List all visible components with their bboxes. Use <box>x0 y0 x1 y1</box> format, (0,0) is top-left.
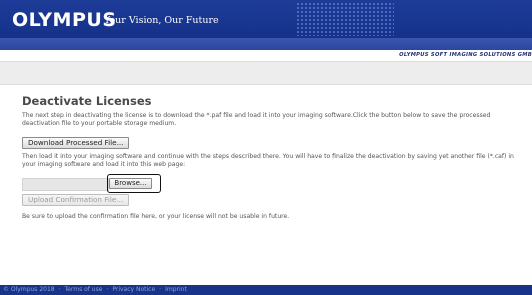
header-lower-band <box>0 38 532 50</box>
separator-dot: · <box>58 286 61 293</box>
instruction-text-1: The next step in deactivating the licens… <box>22 112 491 128</box>
separator-dot: · <box>106 286 109 293</box>
copyright: © Olympus 2018 <box>3 286 55 293</box>
olympus-logo[interactable]: OLYMPUS <box>12 9 117 31</box>
footer-links: © Olympus 2018 · Terms of use · Privacy Noti… <box>3 286 187 293</box>
navigation-band <box>0 61 532 85</box>
tagline: Your Vision, Our Future <box>104 15 219 26</box>
browse-button[interactable]: Browse... <box>109 178 152 189</box>
footer: © Olympus 2018 · Terms of use · Privacy Noti… <box>0 285 532 295</box>
download-processed-file-button[interactable]: Download Processed File... <box>22 137 130 149</box>
file-path-field[interactable] <box>22 178 109 191</box>
terms-of-use-link[interactable]: Terms of use <box>65 286 103 293</box>
header-banner: OLYMPUS Your Vision, Our Future <box>0 0 532 50</box>
header-dot-pattern <box>296 2 394 36</box>
main-content: Deactivate Licenses The next step in dea… <box>22 94 522 220</box>
company-name: OLYMPUS SOFT IMAGING SOLUTIONS GMB <box>399 52 532 58</box>
upload-confirmation-file-button[interactable]: Upload Confirmation File... <box>22 194 130 206</box>
page-title: Deactivate Licenses <box>22 94 152 108</box>
warning-text: Be sure to upload the confirmation file … <box>22 213 290 220</box>
instruction-text-2: Then load it into your imaging software … <box>22 153 514 169</box>
imprint-link[interactable]: Imprint <box>165 286 187 293</box>
separator-dot: · <box>159 286 162 293</box>
privacy-notice-link[interactable]: Privacy Notice <box>112 286 155 293</box>
